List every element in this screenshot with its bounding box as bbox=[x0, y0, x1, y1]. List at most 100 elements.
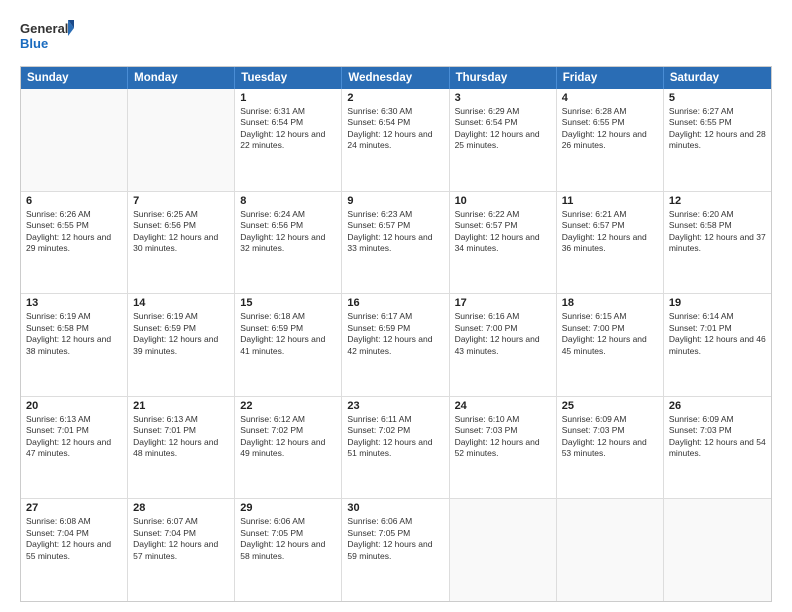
day-number: 18 bbox=[562, 297, 658, 309]
header: General Blue bbox=[20, 18, 772, 56]
svg-text:Blue: Blue bbox=[20, 36, 48, 51]
week-row-2: 6Sunrise: 6:26 AM Sunset: 6:55 PM Daylig… bbox=[21, 192, 771, 295]
day-cell-23: 23 Sunrise: 6:11 AM Sunset: 7:02 PM Dayli… bbox=[342, 397, 449, 499]
day-cell-14: 14 Sunrise: 6:19 AM Sunset: 6:59 PM Dayli… bbox=[128, 294, 235, 396]
day-number: 15 bbox=[240, 297, 336, 309]
header-cell-tuesday: Tuesday bbox=[235, 67, 342, 89]
day-info: Sunrise: 6:13 AM Sunset: 7:01 PM Dayligh… bbox=[133, 414, 229, 460]
day-cell-11: 11Sunrise: 6:21 AM Sunset: 6:57 PM Dayli… bbox=[557, 192, 664, 294]
day-info: Sunrise: 6:08 AM Sunset: 7:04 PM Dayligh… bbox=[26, 516, 122, 562]
day-info: Sunrise: 6:25 AM Sunset: 6:56 PM Dayligh… bbox=[133, 209, 229, 255]
day-info: Sunrise: 6:29 AM Sunset: 6:54 PM Dayligh… bbox=[455, 106, 551, 152]
day-number: 19 bbox=[669, 297, 766, 309]
day-cell-17: 17 Sunrise: 6:16 AM Sunset: 7:00 PM Dayli… bbox=[450, 294, 557, 396]
day-number: 11 bbox=[562, 195, 658, 207]
logo: General Blue bbox=[20, 18, 75, 56]
day-info: Sunrise: 6:24 AM Sunset: 6:56 PM Dayligh… bbox=[240, 209, 336, 255]
empty-cell-4-5 bbox=[557, 499, 664, 601]
day-info: Sunrise: 6:17 AM Sunset: 6:59 PM Dayligh… bbox=[347, 311, 443, 357]
day-number: 26 bbox=[669, 400, 766, 412]
day-cell-9: 9 Sunrise: 6:23 AM Sunset: 6:57 PM Daylig… bbox=[342, 192, 449, 294]
day-info: Sunrise: 6:27 AM Sunset: 6:55 PM Dayligh… bbox=[669, 106, 766, 152]
day-info: Sunrise: 6:16 AM Sunset: 7:00 PM Dayligh… bbox=[455, 311, 551, 357]
day-info: Sunrise: 6:20 AM Sunset: 6:58 PM Dayligh… bbox=[669, 209, 766, 255]
header-cell-friday: Friday bbox=[557, 67, 664, 89]
day-info: Sunrise: 6:15 AM Sunset: 7:00 PM Dayligh… bbox=[562, 311, 658, 357]
day-number: 13 bbox=[26, 297, 122, 309]
day-number: 2 bbox=[347, 92, 443, 104]
day-info: Sunrise: 6:12 AM Sunset: 7:02 PM Dayligh… bbox=[240, 414, 336, 460]
header-cell-wednesday: Wednesday bbox=[342, 67, 449, 89]
calendar-body: 1Sunrise: 6:31 AM Sunset: 6:54 PM Daylig… bbox=[21, 89, 771, 601]
day-number: 4 bbox=[562, 92, 658, 104]
day-info: Sunrise: 6:09 AM Sunset: 7:03 PM Dayligh… bbox=[669, 414, 766, 460]
day-number: 22 bbox=[240, 400, 336, 412]
day-number: 9 bbox=[347, 195, 443, 207]
day-number: 12 bbox=[669, 195, 766, 207]
day-info: Sunrise: 6:06 AM Sunset: 7:05 PM Dayligh… bbox=[347, 516, 443, 562]
day-cell-8: 8 Sunrise: 6:24 AM Sunset: 6:56 PM Daylig… bbox=[235, 192, 342, 294]
day-number: 27 bbox=[26, 502, 122, 514]
day-number: 16 bbox=[347, 297, 443, 309]
day-number: 14 bbox=[133, 297, 229, 309]
day-cell-21: 21 Sunrise: 6:13 AM Sunset: 7:01 PM Dayli… bbox=[128, 397, 235, 499]
day-info: Sunrise: 6:22 AM Sunset: 6:57 PM Dayligh… bbox=[455, 209, 551, 255]
page: General Blue SundayMondayTuesdayWednesda… bbox=[0, 0, 792, 612]
day-info: Sunrise: 6:11 AM Sunset: 7:02 PM Dayligh… bbox=[347, 414, 443, 460]
empty-cell-4-6 bbox=[664, 499, 771, 601]
day-info: Sunrise: 6:06 AM Sunset: 7:05 PM Dayligh… bbox=[240, 516, 336, 562]
day-number: 8 bbox=[240, 195, 336, 207]
day-cell-20: 20Sunrise: 6:13 AM Sunset: 7:01 PM Dayli… bbox=[21, 397, 128, 499]
day-cell-16: 16 Sunrise: 6:17 AM Sunset: 6:59 PM Dayli… bbox=[342, 294, 449, 396]
header-cell-monday: Monday bbox=[128, 67, 235, 89]
day-number: 24 bbox=[455, 400, 551, 412]
day-number: 28 bbox=[133, 502, 229, 514]
day-cell-18: 18 Sunrise: 6:15 AM Sunset: 7:00 PM Dayli… bbox=[557, 294, 664, 396]
day-number: 10 bbox=[455, 195, 551, 207]
day-number: 30 bbox=[347, 502, 443, 514]
day-info: Sunrise: 6:13 AM Sunset: 7:01 PM Dayligh… bbox=[26, 414, 122, 460]
day-cell-5: 5 Sunrise: 6:27 AM Sunset: 6:55 PM Daylig… bbox=[664, 89, 771, 191]
svg-text:General: General bbox=[20, 21, 68, 36]
header-cell-thursday: Thursday bbox=[450, 67, 557, 89]
week-row-4: 20Sunrise: 6:13 AM Sunset: 7:01 PM Dayli… bbox=[21, 397, 771, 500]
day-info: Sunrise: 6:26 AM Sunset: 6:55 PM Dayligh… bbox=[26, 209, 122, 255]
day-number: 7 bbox=[133, 195, 229, 207]
calendar-header-row: SundayMondayTuesdayWednesdayThursdayFrid… bbox=[21, 67, 771, 89]
week-row-3: 13 Sunrise: 6:19 AM Sunset: 6:58 PM Dayli… bbox=[21, 294, 771, 397]
day-info: Sunrise: 6:19 AM Sunset: 6:58 PM Dayligh… bbox=[26, 311, 122, 357]
logo-svg: General Blue bbox=[20, 18, 75, 56]
day-info: Sunrise: 6:14 AM Sunset: 7:01 PM Dayligh… bbox=[669, 311, 766, 357]
day-cell-22: 22 Sunrise: 6:12 AM Sunset: 7:02 PM Dayli… bbox=[235, 397, 342, 499]
empty-cell-0-1 bbox=[128, 89, 235, 191]
week-row-5: 27 Sunrise: 6:08 AM Sunset: 7:04 PM Dayli… bbox=[21, 499, 771, 601]
day-cell-1: 1Sunrise: 6:31 AM Sunset: 6:54 PM Daylig… bbox=[235, 89, 342, 191]
day-cell-24: 24Sunrise: 6:10 AM Sunset: 7:03 PM Dayli… bbox=[450, 397, 557, 499]
day-number: 29 bbox=[240, 502, 336, 514]
day-cell-27: 27 Sunrise: 6:08 AM Sunset: 7:04 PM Dayli… bbox=[21, 499, 128, 601]
day-cell-6: 6Sunrise: 6:26 AM Sunset: 6:55 PM Daylig… bbox=[21, 192, 128, 294]
day-info: Sunrise: 6:23 AM Sunset: 6:57 PM Dayligh… bbox=[347, 209, 443, 255]
day-number: 3 bbox=[455, 92, 551, 104]
day-info: Sunrise: 6:31 AM Sunset: 6:54 PM Dayligh… bbox=[240, 106, 336, 152]
empty-cell-4-4 bbox=[450, 499, 557, 601]
day-info: Sunrise: 6:19 AM Sunset: 6:59 PM Dayligh… bbox=[133, 311, 229, 357]
day-info: Sunrise: 6:18 AM Sunset: 6:59 PM Dayligh… bbox=[240, 311, 336, 357]
day-cell-15: 15 Sunrise: 6:18 AM Sunset: 6:59 PM Dayli… bbox=[235, 294, 342, 396]
day-cell-29: 29 Sunrise: 6:06 AM Sunset: 7:05 PM Dayli… bbox=[235, 499, 342, 601]
day-cell-7: 7 Sunrise: 6:25 AM Sunset: 6:56 PM Daylig… bbox=[128, 192, 235, 294]
day-info: Sunrise: 6:09 AM Sunset: 7:03 PM Dayligh… bbox=[562, 414, 658, 460]
day-number: 17 bbox=[455, 297, 551, 309]
day-number: 25 bbox=[562, 400, 658, 412]
day-cell-10: 10 Sunrise: 6:22 AM Sunset: 6:57 PM Dayli… bbox=[450, 192, 557, 294]
calendar: SundayMondayTuesdayWednesdayThursdayFrid… bbox=[20, 66, 772, 602]
day-cell-3: 3 Sunrise: 6:29 AM Sunset: 6:54 PM Daylig… bbox=[450, 89, 557, 191]
day-number: 5 bbox=[669, 92, 766, 104]
day-cell-26: 26 Sunrise: 6:09 AM Sunset: 7:03 PM Dayli… bbox=[664, 397, 771, 499]
day-cell-2: 2Sunrise: 6:30 AM Sunset: 6:54 PM Daylig… bbox=[342, 89, 449, 191]
day-number: 21 bbox=[133, 400, 229, 412]
day-info: Sunrise: 6:28 AM Sunset: 6:55 PM Dayligh… bbox=[562, 106, 658, 152]
day-number: 23 bbox=[347, 400, 443, 412]
header-cell-saturday: Saturday bbox=[664, 67, 771, 89]
day-cell-12: 12 Sunrise: 6:20 AM Sunset: 6:58 PM Dayli… bbox=[664, 192, 771, 294]
